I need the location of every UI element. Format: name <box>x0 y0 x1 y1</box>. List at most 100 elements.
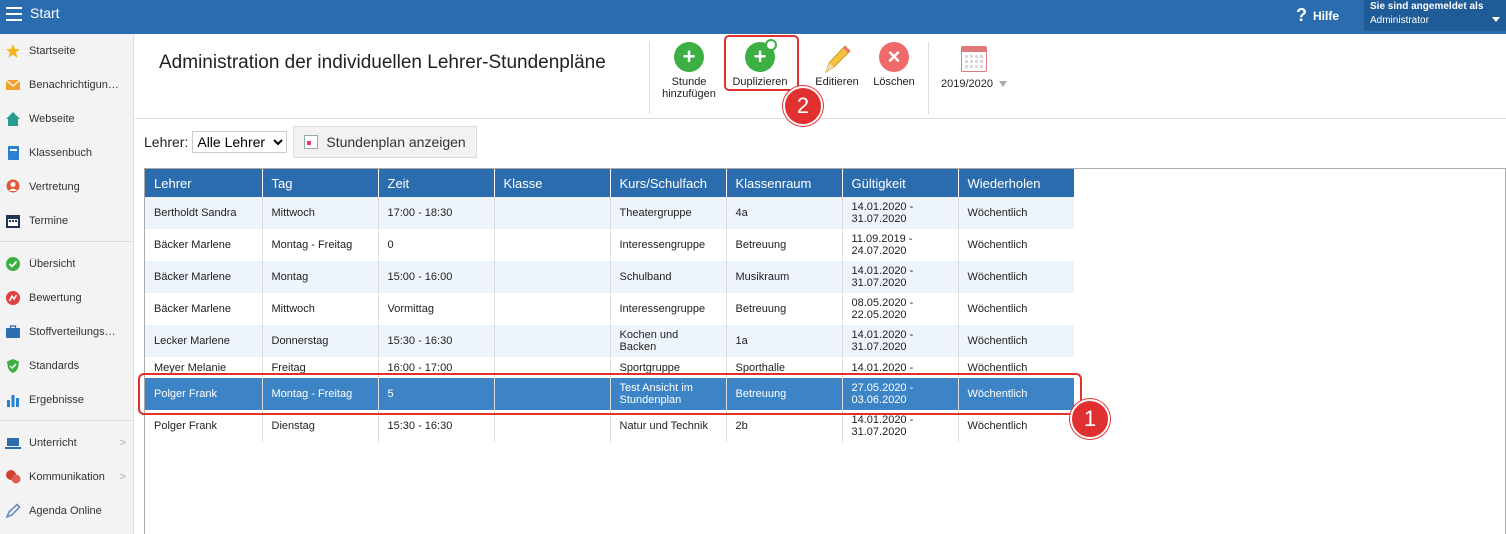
annotation-badge-1: 1 <box>1070 399 1110 439</box>
user-logged-in-label: Sie sind angemeldet als <box>1370 1 1484 12</box>
cell-klasse <box>494 229 611 261</box>
sidebar-item-standards[interactable]: Standards <box>0 351 134 381</box>
sidebar: Startseite Benachrichtigungen Webseite K… <box>0 34 134 534</box>
cell-kurs: Interessengruppe <box>610 229 727 261</box>
table-row[interactable]: Bertholdt Sandra Mittwoch 17:00 - 18:30 … <box>145 197 1074 229</box>
cell-gueltigkeit: 14.01.2020 - 31.07.2020 <box>842 197 959 229</box>
cell-tag: Mittwoch <box>262 197 379 229</box>
school-year-value: 2019/2020 <box>941 78 993 90</box>
sidebar-item-label: Standards <box>29 360 80 372</box>
sidebar-item-ergebnisse[interactable]: Ergebnisse <box>0 385 134 415</box>
check-circle-icon <box>6 257 20 271</box>
person-icon <box>6 179 20 193</box>
sidebar-item-kommunikation[interactable]: Kommunikation > <box>0 462 134 492</box>
column-header-wiederholen[interactable]: Wiederholen <box>958 169 1074 197</box>
user-name: Administrator <box>1370 15 1429 26</box>
hamburger-menu-icon[interactable] <box>6 7 22 21</box>
shield-icon <box>7 359 19 373</box>
app-title[interactable]: Start <box>30 5 60 21</box>
calendar-icon <box>304 135 319 149</box>
chevron-right-icon: > <box>119 437 126 449</box>
cell-klasse <box>494 197 611 229</box>
teacher-select[interactable]: Alle Lehrer <box>192 131 288 153</box>
cell-klassenraum: Betreuung <box>726 229 843 261</box>
sidebar-item-webseite[interactable]: Webseite <box>0 104 134 134</box>
top-bar: Start ? Hilfe Sie sind angemeldet als Ad… <box>0 0 1506 34</box>
header-divider <box>135 118 1506 119</box>
column-header-kurs[interactable]: Kurs/Schulfach <box>610 169 727 197</box>
sidebar-item-unterricht[interactable]: Unterricht > <box>0 428 134 458</box>
cell-wiederholen: Wöchentlich <box>958 261 1074 293</box>
question-mark-icon: ? <box>1296 5 1307 25</box>
sidebar-item-label: Benachrichtigungen <box>29 79 119 91</box>
cell-lehrer: Bäcker Marlene <box>145 261 263 293</box>
sidebar-divider <box>0 420 134 421</box>
page-title: Administration der individuellen Lehrer-… <box>159 52 606 73</box>
cell-zeit: 15:00 - 16:00 <box>378 261 495 293</box>
table-row[interactable]: Bäcker Marlene Montag - Freitag 0 Intere… <box>145 229 1074 261</box>
user-menu[interactable]: Sie sind angemeldet als Administrator <box>1364 0 1506 31</box>
cell-zeit: 15:30 - 16:30 <box>378 325 495 357</box>
teacher-filter: Lehrer: Alle Lehrer Stundenplan anzeigen <box>144 126 477 158</box>
cell-lehrer: Bäcker Marlene <box>145 293 263 325</box>
sidebar-item-vertretung[interactable]: Vertretung <box>0 172 134 202</box>
cell-wiederholen: Wöchentlich <box>958 229 1074 261</box>
sidebar-item-label: Klassenbuch <box>29 147 92 159</box>
table-row[interactable]: Bäcker Marlene Montag 15:00 - 16:00 Schu… <box>145 261 1074 293</box>
sidebar-item-bewertung[interactable]: Bewertung <box>0 283 134 313</box>
calendar-icon <box>6 215 20 228</box>
school-year-select[interactable]: 2019/2020 <box>941 78 1007 90</box>
edit-label: Editieren <box>815 76 859 88</box>
delete-button[interactable]: × Löschen <box>869 42 919 88</box>
briefcase-icon <box>6 325 20 338</box>
pen-icon <box>5 503 21 519</box>
sidebar-item-label: Agenda Online <box>29 505 102 517</box>
cell-kurs: Theatergruppe <box>610 197 727 229</box>
cell-tag: Donnerstag <box>262 325 379 357</box>
sidebar-item-label: Bewertung <box>29 292 82 304</box>
close-icon: × <box>879 42 909 72</box>
annotation-highlight-duplicate-button <box>724 35 799 91</box>
laptop-icon <box>5 438 21 449</box>
column-header-klasse[interactable]: Klasse <box>494 169 611 197</box>
help-label: Hilfe <box>1313 8 1340 23</box>
add-lesson-button[interactable]: + Stunde hinzufügen <box>659 42 719 100</box>
column-header-tag[interactable]: Tag <box>262 169 379 197</box>
column-header-gueltigkeit[interactable]: Gültigkeit <box>842 169 959 197</box>
column-header-lehrer[interactable]: Lehrer <box>145 169 263 197</box>
delete-label: Löschen <box>873 76 915 88</box>
sidebar-item-startseite[interactable]: Startseite <box>0 36 134 66</box>
cell-klasse <box>494 261 611 293</box>
show-timetable-button[interactable]: Stundenplan anzeigen <box>293 126 477 158</box>
sidebar-item-termine[interactable]: Termine <box>0 206 134 236</box>
chat-icon <box>6 470 21 484</box>
sidebar-item-klassenbuch[interactable]: Klassenbuch <box>0 138 134 168</box>
annotation-highlight-selected-row <box>138 373 1082 415</box>
cell-gueltigkeit: 11.09.2019 - 24.07.2020 <box>842 229 959 261</box>
sidebar-item-label: Kommunikation <box>29 471 105 483</box>
sidebar-item-uebersicht[interactable]: Übersicht <box>0 249 134 279</box>
cell-lehrer: Bertholdt Sandra <box>145 197 263 229</box>
cell-kurs: Kochen und Backen <box>610 325 727 357</box>
book-icon <box>8 146 19 160</box>
chevron-right-icon: > <box>119 471 126 483</box>
sidebar-item-benachrichtigungen[interactable]: Benachrichtigungen <box>0 70 134 100</box>
cell-gueltigkeit: 14.01.2020 - 31.07.2020 <box>842 261 959 293</box>
cell-zeit: 0 <box>378 229 495 261</box>
sidebar-divider <box>0 241 134 242</box>
toolbar-divider <box>649 42 650 114</box>
pencil-icon <box>825 45 851 74</box>
help-link[interactable]: ? Hilfe <box>1296 5 1339 26</box>
sidebar-item-stoffverteilungsplan[interactable]: Stoffverteilungsplan <box>0 317 134 347</box>
table-row[interactable]: Bäcker Marlene Mittwoch Vormittag Intere… <box>145 293 1074 325</box>
sidebar-item-agenda-online[interactable]: Agenda Online <box>0 496 134 526</box>
cell-lehrer: Bäcker Marlene <box>145 229 263 261</box>
sidebar-item-label: Ergebnisse <box>29 394 85 406</box>
table-row[interactable]: Lecker Marlene Donnerstag 15:30 - 16:30 … <box>145 325 1074 357</box>
cell-kurs: Interessengruppe <box>610 293 727 325</box>
cell-klasse <box>494 293 611 325</box>
edit-button[interactable]: Editieren <box>811 42 863 88</box>
column-header-klassenraum[interactable]: Klassenraum <box>726 169 843 197</box>
plus-icon: + <box>674 42 704 72</box>
column-header-zeit[interactable]: Zeit <box>378 169 495 197</box>
